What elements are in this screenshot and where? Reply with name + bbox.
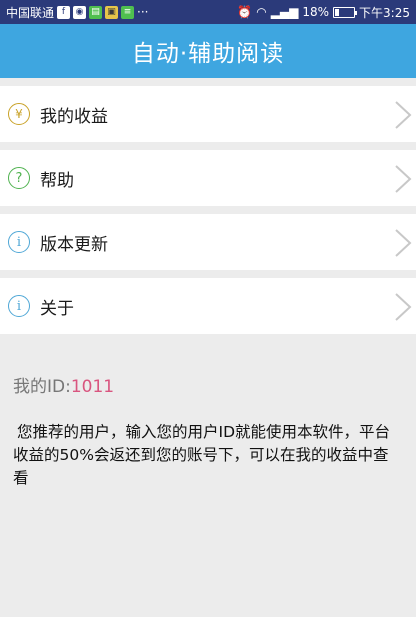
yen-icon: ¥	[8, 103, 30, 125]
user-id: 我的ID:1011	[13, 372, 416, 397]
menu-item-label: 版本更新	[40, 234, 108, 255]
wifi-icon: ◠	[256, 5, 267, 19]
f-icon: f	[57, 5, 71, 19]
alarm-icon: ⏰	[237, 5, 253, 19]
menu-item-label: 帮助	[40, 170, 74, 191]
battery-icon	[333, 6, 358, 18]
menu-item-about[interactable]: i 关于	[0, 278, 416, 334]
video-icon: ▣	[105, 5, 119, 19]
chevron-right-icon	[395, 293, 412, 321]
app-header: 自动·辅助阅读	[0, 24, 416, 78]
mail-icon: ≡	[121, 5, 135, 19]
clock: 下午3:25	[359, 5, 410, 20]
menu-item-label: 我的收益	[40, 106, 108, 127]
menu-item-earnings[interactable]: ¥ 我的收益	[0, 86, 416, 142]
user-id-value: 1011	[70, 377, 115, 397]
chevron-right-icon	[395, 101, 412, 129]
status-right: ⏰ ◠ ▂▄▆ 18% 下午3:25	[237, 4, 410, 21]
more-notifications: ···	[137, 5, 149, 19]
message-icon: ▤	[89, 5, 103, 19]
battery-percent: 18%	[302, 5, 330, 19]
chevron-right-icon	[395, 229, 412, 257]
info-icon: i	[8, 295, 30, 317]
chevron-right-icon	[395, 165, 412, 193]
carrier-label: 中国联通	[6, 5, 55, 20]
status-left: 中国联通 f ◉ ▤ ▣ ≡ ···	[6, 4, 148, 21]
referral-description: 您推荐的用户，输入您的用户ID就能使用本软件，平台收益的50%会返还到您的账号下…	[13, 423, 391, 487]
menu-item-help[interactable]: ? 帮助	[0, 150, 416, 206]
info-icon: i	[8, 231, 30, 253]
info-section: 我的ID:1011 您推荐的用户，输入您的用户ID就能使用本软件，平台收益的50…	[0, 352, 416, 490]
signal-icon: ▂▄▆	[270, 5, 299, 19]
chat-icon: ◉	[73, 5, 87, 19]
page-title: 自动·辅助阅读	[131, 41, 285, 67]
menu-item-label: 关于	[40, 298, 74, 319]
help-icon: ?	[8, 167, 30, 189]
status-bar: 中国联通 f ◉ ▤ ▣ ≡ ··· ⏰ ◠ ▂▄▆ 18% 下午3:25	[0, 0, 416, 24]
menu-item-update[interactable]: i 版本更新	[0, 214, 416, 270]
user-id-label: 我的ID:	[13, 377, 71, 397]
settings-menu: ¥ 我的收益 ? 帮助 i 版本更新 i 关于	[0, 86, 416, 342]
